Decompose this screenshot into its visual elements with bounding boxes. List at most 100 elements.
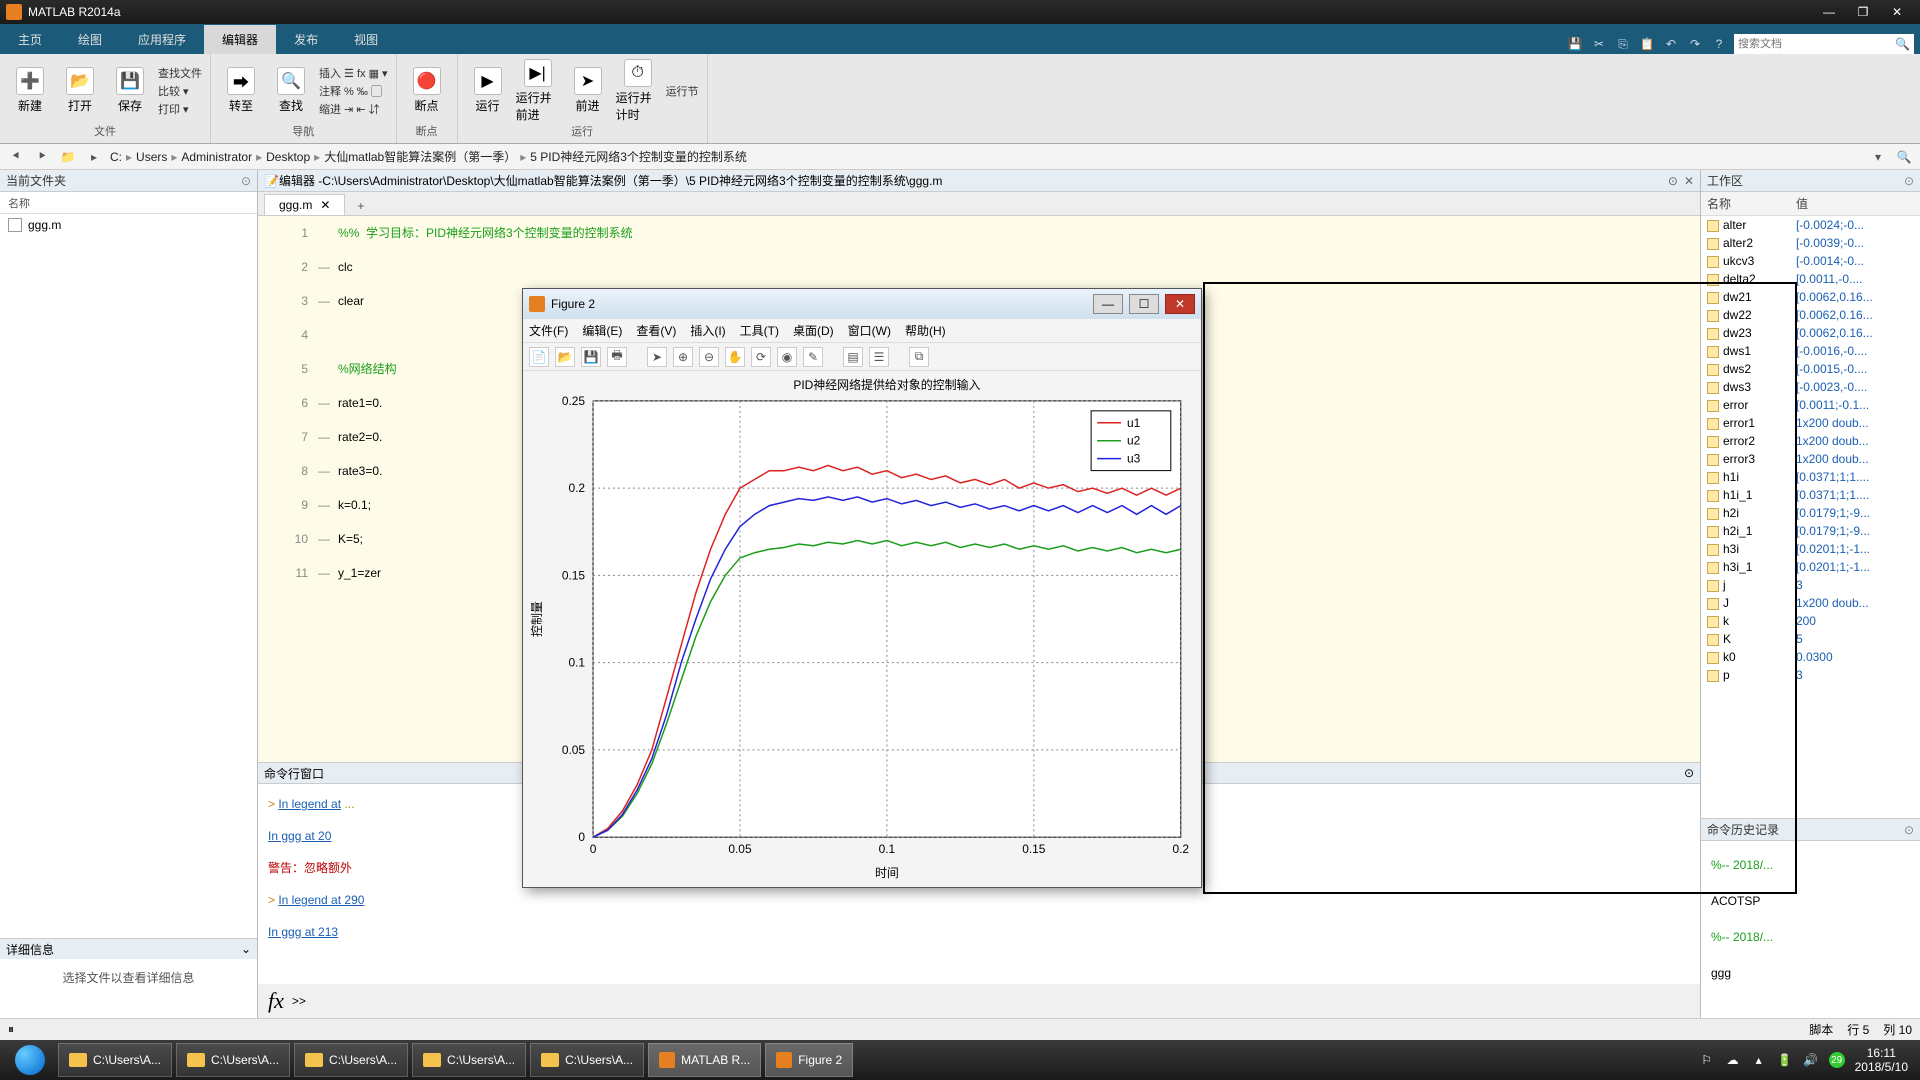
code-line[interactable]: 1%% 学习目标：PID神经元网络3个控制变量的控制系统 [258, 216, 1700, 250]
workspace-row[interactable]: p3 [1701, 666, 1920, 684]
workspace-row[interactable]: h2i[0.0179;1;-9... [1701, 504, 1920, 522]
figure-maximize-button[interactable]: ☐ [1129, 294, 1159, 314]
taskbar-item[interactable]: MATLAB R... [648, 1043, 761, 1077]
workspace-row[interactable]: h2i_1[0.0179;1;-9... [1701, 522, 1920, 540]
workspace-row[interactable]: dws3[-0.0023,-0.... [1701, 378, 1920, 396]
fig-dock-icon[interactable]: ⧉ [909, 347, 929, 367]
breadcrumb-item[interactable]: Desktop [266, 150, 310, 164]
tray-sync-icon[interactable]: ☁ [1725, 1052, 1741, 1068]
figure-window[interactable]: Figure 2 — ☐ ✕ 文件(F)编辑(E)查看(V)插入(I)工具(T)… [522, 288, 1202, 888]
ribbon-button-3-0[interactable]: ▶运行 [466, 58, 510, 123]
copy-icon[interactable]: ⎘ [1614, 35, 1632, 53]
history-item[interactable]: %-- 2018/... [1711, 919, 1910, 955]
forward-button[interactable]: ⯈ [32, 147, 52, 167]
workspace-row[interactable]: alter[-0.0024;-0... [1701, 216, 1920, 235]
workspace-row[interactable]: dws1[-0.0016,-0.... [1701, 342, 1920, 360]
workspace-row[interactable]: h1i[0.0371;1;1.... [1701, 468, 1920, 486]
ribbon-button-0-1[interactable]: 📂打开 [58, 58, 102, 123]
ribbon-tab-0[interactable]: 主页 [0, 25, 60, 54]
workspace-row[interactable]: K5 [1701, 630, 1920, 648]
fig-colorbar-icon[interactable]: ▤ [843, 347, 863, 367]
taskbar-item[interactable]: C:\Users\A... [58, 1043, 172, 1077]
cmd-link[interactable]: In ggg at 213 [268, 925, 338, 939]
workspace-row[interactable]: h3i_1[0.0201;1;-1... [1701, 558, 1920, 576]
cut-icon[interactable]: ✂ [1590, 35, 1608, 53]
doc-search-input[interactable] [1738, 38, 1895, 50]
workspace-row[interactable]: error11x200 doub... [1701, 414, 1920, 432]
fig-save-icon[interactable]: 💾 [581, 347, 601, 367]
figure-close-button[interactable]: ✕ [1165, 294, 1195, 314]
workspace-name-header[interactable]: 名称 [1701, 192, 1790, 216]
code-line[interactable]: 2—clc [258, 250, 1700, 284]
fx-icon[interactable]: fx [268, 988, 284, 1014]
ribbon-small-button[interactable]: 插入 ☰ fx ▦ ▾ [319, 65, 388, 81]
file-item[interactable]: ggg.m [0, 214, 257, 236]
editor-popout-icon[interactable]: ⊙ [1668, 174, 1678, 188]
figure-menu-item[interactable]: 窗口(W) [848, 322, 891, 339]
figure-axes[interactable]: 00.050.10.150.200.050.10.150.20.25PID神经网… [523, 371, 1201, 887]
ribbon-tab-4[interactable]: 发布 [276, 25, 336, 54]
figure-menu-item[interactable]: 编辑(E) [582, 322, 622, 339]
taskbar-item[interactable]: C:\Users\A... [294, 1043, 408, 1077]
breadcrumb-item[interactable]: 大仙matlab智能算法案例（第一季） [324, 148, 516, 165]
history-body[interactable]: %-- 2018/...ACOTSP%-- 2018/...ggg [1701, 841, 1920, 997]
figure-menu-item[interactable]: 帮助(H) [905, 322, 946, 339]
breadcrumb-item[interactable]: Users [136, 150, 167, 164]
editor-close-icon[interactable]: ✕ [1684, 174, 1694, 188]
fig-brush-icon[interactable]: ✎ [803, 347, 823, 367]
breadcrumb-item[interactable]: 5 PID神经元网络3个控制变量的控制系统 [530, 148, 747, 165]
workspace-row[interactable]: dw23[0.0062,0.16... [1701, 324, 1920, 342]
undo-icon[interactable]: ↶ [1662, 35, 1680, 53]
workspace-row[interactable]: j3 [1701, 576, 1920, 594]
fig-zoomout-icon[interactable]: ⊖ [699, 347, 719, 367]
path-menu-icon[interactable]: ▾ [1868, 147, 1888, 167]
ribbon-small-button[interactable]: 查找文件 [158, 65, 202, 81]
ribbon-small-button[interactable]: 注释 % ‰ ▢ [319, 83, 388, 99]
fig-datacursor-icon[interactable]: ◉ [777, 347, 797, 367]
workspace-row[interactable]: dw21[0.0062,0.16... [1701, 288, 1920, 306]
workspace-row[interactable]: error31x200 doub... [1701, 450, 1920, 468]
ribbon-button-2-0[interactable]: 🔴断点 [405, 58, 449, 123]
ribbon-small-button[interactable]: 运行节 [666, 83, 699, 99]
workspace-row[interactable]: dws2[-0.0015,-0.... [1701, 360, 1920, 378]
tray-volume-icon[interactable]: 🔊 [1803, 1052, 1819, 1068]
tray-ime-icon[interactable]: 29 [1829, 1052, 1845, 1068]
new-tab-button[interactable]: + [349, 197, 372, 215]
tray-chevron-icon[interactable]: ▴ [1751, 1052, 1767, 1068]
fig-new-icon[interactable]: 📄 [529, 347, 549, 367]
back-button[interactable]: ⯇ [6, 147, 26, 167]
command-prompt[interactable]: fx >> [258, 984, 1700, 1018]
figure-menu-item[interactable]: 文件(F) [529, 322, 568, 339]
ribbon-small-button[interactable]: 打印 ▾ [158, 101, 202, 117]
fig-zoomin-icon[interactable]: ⊕ [673, 347, 693, 367]
ribbon-button-3-1[interactable]: ▶|运行并前进 [516, 58, 560, 123]
close-button[interactable]: ✕ [1880, 2, 1914, 22]
figure-menu-item[interactable]: 工具(T) [740, 322, 779, 339]
editor-tab-ggg[interactable]: ggg.m ✕ [264, 194, 345, 215]
ribbon-tab-5[interactable]: 视图 [336, 25, 396, 54]
workspace-row[interactable]: h1i_1[0.0371;1;1.... [1701, 486, 1920, 504]
ribbon-button-3-3[interactable]: ⏱运行并计时 [616, 58, 660, 123]
details-collapse-icon[interactable]: ⌄ [241, 942, 251, 956]
panel-popout-icon[interactable]: ⊙ [241, 174, 251, 188]
workspace-row[interactable]: J1x200 doub... [1701, 594, 1920, 612]
fig-print-icon[interactable]: 🖶 [607, 347, 627, 367]
ribbon-small-button[interactable]: 比较 ▾ [158, 83, 202, 99]
search-path-icon[interactable]: 🔍 [1894, 147, 1914, 167]
history-item[interactable]: ACOTSP [1711, 883, 1910, 919]
search-icon[interactable]: 🔍 [1895, 37, 1910, 51]
ribbon-button-1-0[interactable]: ⮕转至 [219, 58, 263, 123]
path-dropdown-icon[interactable]: ▸ [84, 147, 104, 167]
ribbon-tab-2[interactable]: 应用程序 [120, 25, 204, 54]
doc-search[interactable]: 🔍 [1734, 34, 1914, 54]
tray-clock[interactable]: 16:11 2018/5/10 [1855, 1046, 1908, 1074]
breadcrumb-item[interactable]: C: [110, 150, 122, 164]
figure-titlebar[interactable]: Figure 2 — ☐ ✕ [523, 289, 1201, 319]
history-popout-icon[interactable]: ⊙ [1904, 823, 1914, 837]
cmd-link[interactable]: In ggg at 20 [268, 829, 331, 843]
workspace-popout-icon[interactable]: ⊙ [1904, 174, 1914, 188]
start-button[interactable] [6, 1043, 54, 1077]
workspace-row[interactable]: k00.0300 [1701, 648, 1920, 666]
history-item[interactable]: %-- 2018/... [1711, 847, 1910, 883]
cmd-link[interactable]: In legend at [278, 797, 341, 811]
